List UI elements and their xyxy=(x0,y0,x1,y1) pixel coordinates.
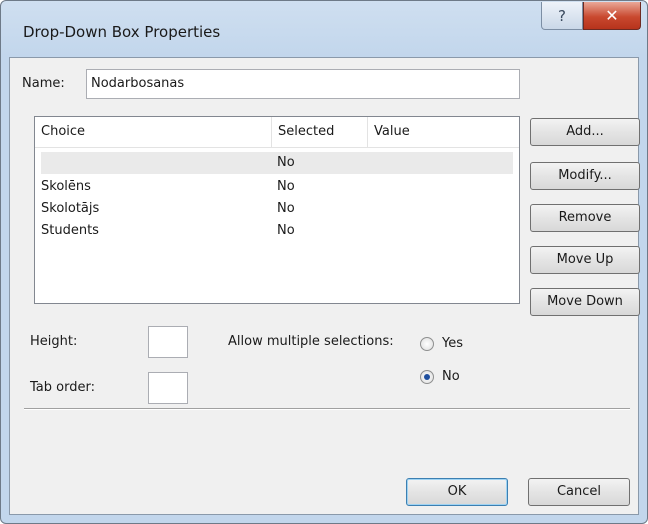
selected-cell: No xyxy=(277,179,295,194)
move-up-button[interactable]: Move Up xyxy=(530,246,640,274)
no-radio-label[interactable]: No xyxy=(442,369,460,384)
column-header-value[interactable]: Value xyxy=(367,117,519,147)
dialog-title: Drop-Down Box Properties xyxy=(23,23,221,41)
add-button[interactable]: Add... xyxy=(530,118,640,146)
modify-button[interactable]: Modify... xyxy=(530,162,640,190)
choice-row[interactable]: Students No xyxy=(41,220,513,242)
help-icon: ? xyxy=(558,6,566,25)
selected-cell: No xyxy=(277,223,295,238)
title-bar[interactable]: Drop-Down Box Properties ? ✕ xyxy=(1,1,647,57)
selected-cell: No xyxy=(277,155,295,170)
no-radio[interactable] xyxy=(420,370,434,384)
cancel-button[interactable]: Cancel xyxy=(528,478,630,506)
close-button[interactable]: ✕ xyxy=(583,2,641,30)
column-header-choice[interactable]: Choice xyxy=(35,117,271,147)
selected-cell: No xyxy=(277,201,295,216)
choice-cell: Skolēns xyxy=(41,179,91,194)
help-button[interactable]: ? xyxy=(541,2,583,30)
choice-cell: Skolotājs xyxy=(41,201,100,216)
dialog-window: Drop-Down Box Properties ? ✕ Name: Nodar… xyxy=(0,0,648,524)
allow-multiple-label: Allow multiple selections: xyxy=(228,334,394,349)
choice-cell: Students xyxy=(41,223,99,238)
ok-button[interactable]: OK xyxy=(406,478,508,506)
radio-selected-dot xyxy=(424,374,430,380)
choice-row[interactable]: No xyxy=(41,152,513,174)
tab-order-label: Tab order: xyxy=(30,380,95,395)
name-input[interactable]: Nodarbosanas xyxy=(86,69,520,99)
column-header-selected[interactable]: Selected xyxy=(271,117,367,147)
choices-list-header: Choice Selected Value xyxy=(35,117,519,148)
move-down-button[interactable]: Move Down xyxy=(530,288,640,316)
name-label: Name: xyxy=(22,76,65,91)
close-icon: ✕ xyxy=(605,6,619,25)
yes-radio[interactable] xyxy=(420,337,434,351)
yes-radio-label[interactable]: Yes xyxy=(442,336,463,351)
choice-row[interactable]: Skolotājs No xyxy=(41,198,513,220)
dialog-body: Name: Nodarbosanas Choice Selected Value… xyxy=(9,57,640,515)
height-input[interactable] xyxy=(148,326,188,358)
tab-order-input[interactable] xyxy=(148,372,188,404)
height-label: Height: xyxy=(30,334,78,349)
remove-button[interactable]: Remove xyxy=(530,204,640,232)
footer-divider xyxy=(24,408,630,410)
choice-row[interactable]: Skolēns No xyxy=(41,176,513,198)
choices-list[interactable]: Choice Selected Value No Skolēns No Skol… xyxy=(34,116,520,304)
